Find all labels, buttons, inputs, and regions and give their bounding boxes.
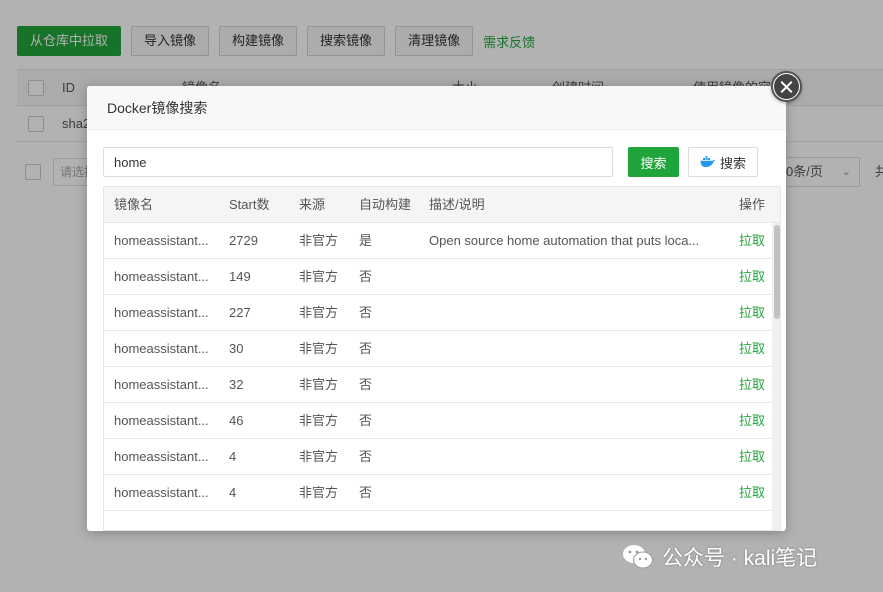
- image-name: homeassistant...: [114, 485, 209, 500]
- pull-link: 拉取: [739, 223, 769, 259]
- pull-link: 拉取: [739, 367, 769, 403]
- docker-whale-icon: [700, 156, 716, 168]
- watermark-text: 公众号 · kali笔记: [662, 547, 818, 570]
- table-row: homeassistant... 149 非官方 否 拉取: [104, 259, 780, 295]
- pull-link[interactable]: 拉取: [739, 413, 765, 428]
- star-count: 149: [229, 269, 251, 284]
- docker-hub-search-button[interactable]: 搜索: [688, 147, 758, 177]
- table-row: homeassistant... 32 非官方 否 拉取: [104, 367, 780, 403]
- auto-build: 是: [359, 233, 373, 248]
- pull-link: 拉取: [739, 475, 769, 511]
- close-dialog-button[interactable]: [771, 71, 802, 102]
- auto-build: 否: [359, 413, 373, 428]
- wechat-icon: [623, 545, 653, 569]
- auto-build: 否: [359, 449, 373, 464]
- auto-build: 否: [359, 305, 373, 320]
- pull-link[interactable]: 拉取: [739, 269, 765, 284]
- pull-link: 拉取: [739, 439, 769, 475]
- star-count: 46: [229, 413, 244, 428]
- star-count: 32: [229, 377, 244, 392]
- table-row: [104, 511, 780, 530]
- source: 非官方: [299, 449, 339, 464]
- image-name: homeassistant...: [114, 341, 209, 356]
- close-icon: [774, 74, 799, 99]
- star-count: 4: [229, 449, 237, 464]
- auto-build: 否: [359, 485, 373, 500]
- table-row: homeassistant... 227 非官方 否 拉取: [104, 295, 780, 331]
- results-header: 镜像名 Start数 来源 自动构建 描述/说明 操作: [104, 187, 780, 223]
- docker-search-dialog: Docker镜像搜索 搜索 搜索 镜像名 Start数 来源 自动构建 描述/说…: [87, 86, 786, 531]
- source: 非官方: [299, 341, 339, 356]
- col-source: 来源: [299, 197, 326, 212]
- image-name: homeassistant...: [114, 269, 209, 284]
- watermark: 公众号 · kali笔记: [622, 541, 817, 573]
- star-count: 227: [229, 305, 251, 320]
- image-name: homeassistant...: [114, 377, 209, 392]
- image-name: homeassistant...: [114, 413, 209, 428]
- search-submit-button[interactable]: 搜索: [628, 147, 679, 177]
- pull-link[interactable]: 拉取: [739, 377, 765, 392]
- dialog-title: Docker镜像搜索: [87, 86, 786, 130]
- table-row: homeassistant... 4 非官方 否 拉取: [104, 439, 780, 475]
- table-row: homeassistant... 4 非官方 否 拉取: [104, 475, 780, 511]
- pull-link[interactable]: 拉取: [739, 233, 765, 248]
- auto-build: 否: [359, 377, 373, 392]
- star-count: 4: [229, 485, 237, 500]
- table-row: homeassistant... 2729 非官方 是 Open source …: [104, 223, 780, 259]
- col-description: 描述/说明: [429, 197, 485, 212]
- source: 非官方: [299, 485, 339, 500]
- table-row: homeassistant... 30 非官方 否 拉取: [104, 331, 780, 367]
- results-scrollbar[interactable]: [772, 223, 780, 530]
- source: 非官方: [299, 269, 339, 284]
- docker-hub-search-label: 搜索: [719, 155, 746, 171]
- star-count: 30: [229, 341, 244, 356]
- pull-link: 拉取: [739, 259, 769, 295]
- col-auto-build: 自动构建: [359, 197, 412, 212]
- auto-build: 否: [359, 341, 373, 356]
- search-input[interactable]: [103, 147, 613, 177]
- source: 非官方: [299, 305, 339, 320]
- pull-link[interactable]: 拉取: [739, 485, 765, 500]
- source: 非官方: [299, 233, 339, 248]
- pull-link: 拉取: [739, 331, 769, 367]
- scrollbar-thumb[interactable]: [774, 225, 780, 319]
- pull-link[interactable]: 拉取: [739, 305, 765, 320]
- col-action: 操作: [739, 197, 766, 212]
- star-count: 2729: [229, 233, 258, 248]
- image-name: homeassistant...: [114, 233, 209, 248]
- pull-link: 拉取: [739, 403, 769, 439]
- table-row: homeassistant... 46 非官方 否 拉取: [104, 403, 780, 439]
- pull-link: 拉取: [739, 295, 769, 331]
- pull-link[interactable]: 拉取: [739, 449, 765, 464]
- source: 非官方: [299, 377, 339, 392]
- col-image-name: 镜像名: [114, 197, 154, 212]
- pull-link[interactable]: 拉取: [739, 341, 765, 356]
- source: 非官方: [299, 413, 339, 428]
- description: Open source home automation that puts lo…: [429, 233, 700, 248]
- image-name: homeassistant...: [114, 305, 209, 320]
- col-stars: Start数: [229, 197, 270, 212]
- search-results-table: 镜像名 Start数 来源 自动构建 描述/说明 操作 homeassistan…: [103, 186, 781, 531]
- auto-build: 否: [359, 269, 373, 284]
- image-name: homeassistant...: [114, 449, 209, 464]
